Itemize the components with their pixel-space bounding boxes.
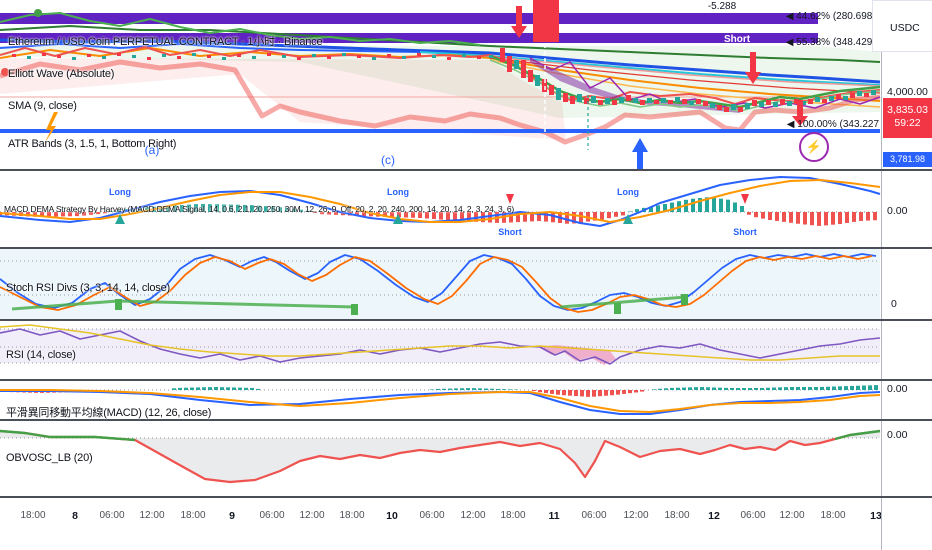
time-tick: 06:00: [740, 510, 766, 521]
lightning-glyph: ⚡: [805, 139, 823, 154]
time-tick: 12: [708, 510, 720, 522]
symbol-legend[interactable]: Ethereum / USD Coin PERPETUAL CONTRACT ·…: [8, 33, 323, 49]
svg-text:◀ 100.00% (343.227: ◀ 100.00% (343.227: [787, 119, 880, 130]
time-tick: 10: [386, 510, 398, 522]
bar-countdown: 59:22: [894, 117, 921, 129]
svg-text:Long: Long: [387, 187, 409, 197]
time-tick: 06:00: [419, 510, 445, 521]
rsi-legend[interactable]: RSI (14, close): [6, 349, 76, 361]
time-tick: 12:00: [139, 510, 165, 521]
time-tick: 12:00: [299, 510, 325, 521]
time-tick: 06:00: [259, 510, 285, 521]
sma-legend[interactable]: SMA (9, close): [8, 100, 77, 112]
panel-divider[interactable]: [0, 169, 932, 171]
panel-divider[interactable]: [0, 319, 932, 321]
blue-up-arrow: [632, 138, 648, 169]
svg-text:Long: Long: [109, 187, 131, 197]
time-tick: 8: [72, 510, 78, 522]
svg-text:◀ 55.38% (348.429K: ◀ 55.38% (348.429K: [786, 37, 880, 48]
prev-price-badge: 3,781.98: [883, 152, 932, 167]
time-tick: 06:00: [99, 510, 125, 521]
svg-text:-5.288: -5.288: [708, 1, 737, 12]
axis-currency-label: USDC: [890, 22, 920, 34]
obvosc-legend[interactable]: OBVOSC_LB (20): [6, 452, 93, 464]
time-tick: 12:00: [623, 510, 649, 521]
svg-text:(c): (c): [381, 153, 395, 167]
stoch-legend[interactable]: Stoch RSI Divs (3, 3, 14, 14, close): [6, 282, 170, 294]
short-marker-1: [506, 194, 514, 204]
time-tick: 12:00: [460, 510, 486, 521]
trading-chart[interactable]: -5.288 Short (a) (c) ◀ 44.62% (280.698K ◀ 55.…: [0, 0, 932, 550]
svg-text:Long: Long: [617, 187, 639, 197]
svg-text:◀ 44.62% (280.698K: ◀ 44.62% (280.698K: [786, 11, 880, 22]
macd-axis-zero: 0.00: [887, 383, 908, 395]
short-band-label: Short: [724, 34, 751, 45]
elliott-wave-letters: (a)(c): [145, 143, 395, 167]
obvosc-axis-zero: 0.00: [887, 429, 908, 441]
axis-price-level: 4,000.00: [887, 86, 928, 98]
price-axis-border: [881, 0, 882, 550]
svg-text:Short: Short: [498, 227, 522, 237]
time-tick: 18:00: [820, 510, 846, 521]
red-volume-blob: [533, 0, 559, 42]
macd-dema-legend[interactable]: MACD DEMA Strategy By Harvey (MACD DEMA …: [4, 204, 514, 214]
time-tick: 18:00: [180, 510, 206, 521]
time-axis[interactable]: 18:00 8 06:00 12:00 18:00 9 06:00 12:00 18:00 10 0…: [0, 498, 932, 550]
last-price: 3,835.03: [887, 104, 928, 116]
obvosc-panel[interactable]: [0, 421, 932, 496]
panel-divider[interactable]: [0, 247, 932, 249]
macd-legend[interactable]: 平滑異同移動平均線(MACD) (12, 26, close): [6, 404, 211, 420]
lightning-badge-icon[interactable]: ⚡: [799, 132, 829, 162]
time-tick: 18:00: [500, 510, 526, 521]
time-tick: 18:00: [20, 510, 46, 521]
last-price-badge: 3,835.03 59:22: [883, 98, 932, 138]
stoch-axis-zero: 0: [891, 298, 897, 310]
elliott-legend[interactable]: Elliott Wave (Absolute): [8, 68, 114, 80]
rsi-panel[interactable]: [0, 321, 932, 379]
time-tick: 06:00: [581, 510, 607, 521]
svg-text:Short: Short: [724, 34, 751, 45]
time-tick: 18:00: [339, 510, 365, 521]
panel-divider[interactable]: [0, 379, 932, 381]
time-tick: 9: [229, 510, 235, 522]
change-annotation: -5.288: [708, 1, 737, 12]
time-tick: 18:00: [664, 510, 690, 521]
atr-legend[interactable]: ATR Bands (3, 1.5, 1, Bottom Right): [8, 138, 176, 150]
short-marker-2: [741, 194, 749, 204]
time-tick: 11: [548, 510, 560, 522]
macd-dema-axis-zero: 0.00: [887, 205, 908, 217]
svg-text:Short: Short: [733, 227, 757, 237]
panel-divider[interactable]: [0, 496, 932, 498]
time-tick: 12:00: [779, 510, 805, 521]
